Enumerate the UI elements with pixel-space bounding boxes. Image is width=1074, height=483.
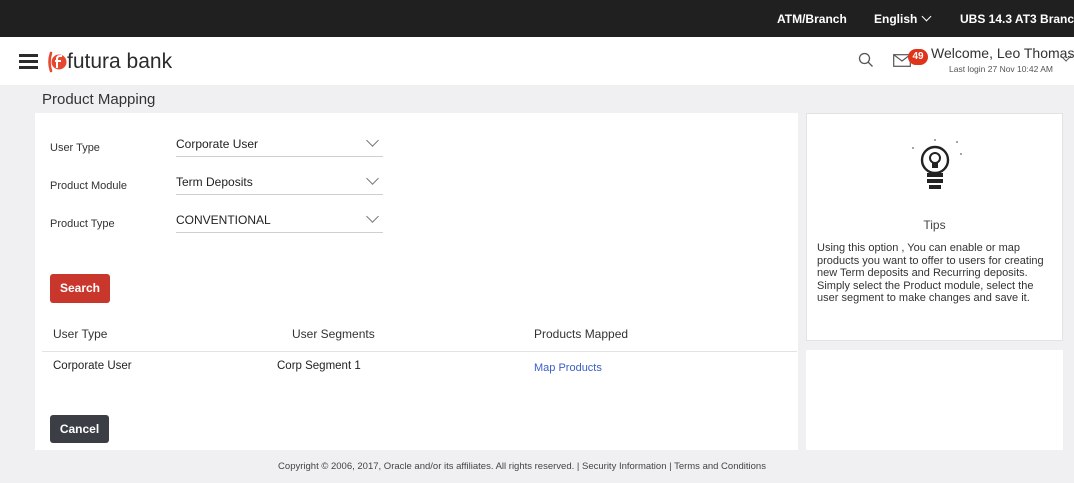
notification-badge[interactable]: 49 — [908, 49, 928, 65]
branch-selector[interactable]: UBS 14.3 AT3 Branch — [960, 12, 1074, 26]
map-products-link[interactable]: Map Products — [534, 362, 602, 374]
cancel-button[interactable]: Cancel — [50, 415, 109, 443]
search-icon[interactable] — [858, 52, 874, 68]
logo-icon — [48, 51, 67, 73]
product-module-select[interactable]: Term Deposits — [176, 171, 383, 195]
footer-separator: | — [576, 461, 580, 472]
search-button[interactable]: Search — [50, 274, 110, 303]
user-type-select[interactable]: Corporate User — [176, 133, 383, 157]
footer-separator: | — [669, 461, 672, 472]
page-title: Product Mapping — [42, 91, 156, 108]
atm-branch-link[interactable]: ATM/Branch — [777, 12, 847, 26]
header: futura bank 49 Welcome, Leo Thomas Last … — [0, 37, 1074, 85]
footer: Copyright © 2006, 2017, Oracle and/or it… — [0, 461, 1074, 472]
product-type-select[interactable]: CONVENTIONAL — [176, 209, 383, 233]
security-information-link[interactable]: Security Information — [582, 461, 666, 472]
table-divider — [42, 351, 797, 352]
lightbulb-icon — [912, 139, 962, 189]
side-panel-blank — [806, 350, 1063, 450]
language-selector[interactable]: English — [874, 11, 932, 26]
product-module-label: Product Module — [50, 180, 128, 192]
column-header-user-segments: User Segments — [292, 327, 375, 341]
product-module-value: Term Deposits — [176, 175, 253, 189]
user-type-label: User Type — [50, 142, 100, 154]
chevron-down-icon — [366, 210, 379, 223]
product-type-value: CONVENTIONAL — [176, 213, 271, 227]
language-label: English — [874, 12, 918, 26]
main-panel: User Type Corporate User Product Module … — [35, 113, 798, 450]
tips-title: Tips — [923, 218, 946, 232]
welcome-user[interactable]: Welcome, Leo Thomas — [931, 45, 1074, 61]
branch-label: UBS 14.3 AT3 Branch — [960, 12, 1074, 26]
terms-link[interactable]: Terms and Conditions — [674, 461, 766, 472]
chevron-down-icon — [366, 134, 379, 147]
chevron-down-icon — [921, 11, 932, 22]
product-type-label: Product Type — [50, 218, 115, 230]
cell-user-segment: Corp Segment 1 — [277, 360, 361, 372]
user-type-value: Corporate User — [176, 137, 259, 151]
cell-user-type: Corporate User — [53, 360, 132, 372]
menu-icon[interactable] — [19, 54, 38, 69]
tips-text: Using this option , You can enable or ma… — [817, 242, 1044, 304]
column-header-products-mapped: Products Mapped — [534, 327, 629, 341]
top-bar: ATM/Branch English UBS 14.3 AT3 Branch — [0, 0, 1074, 37]
copyright-text: Copyright © 2006, 2017, Oracle and/or it… — [278, 461, 575, 472]
logo-text: futura bank — [67, 50, 173, 73]
tips-panel: Tips Using this option , You can enable … — [806, 113, 1063, 341]
last-login: Last login 27 Nov 10:42 AM — [949, 64, 1053, 74]
column-header-user-type: User Type — [53, 327, 108, 341]
chevron-down-icon — [366, 172, 379, 185]
